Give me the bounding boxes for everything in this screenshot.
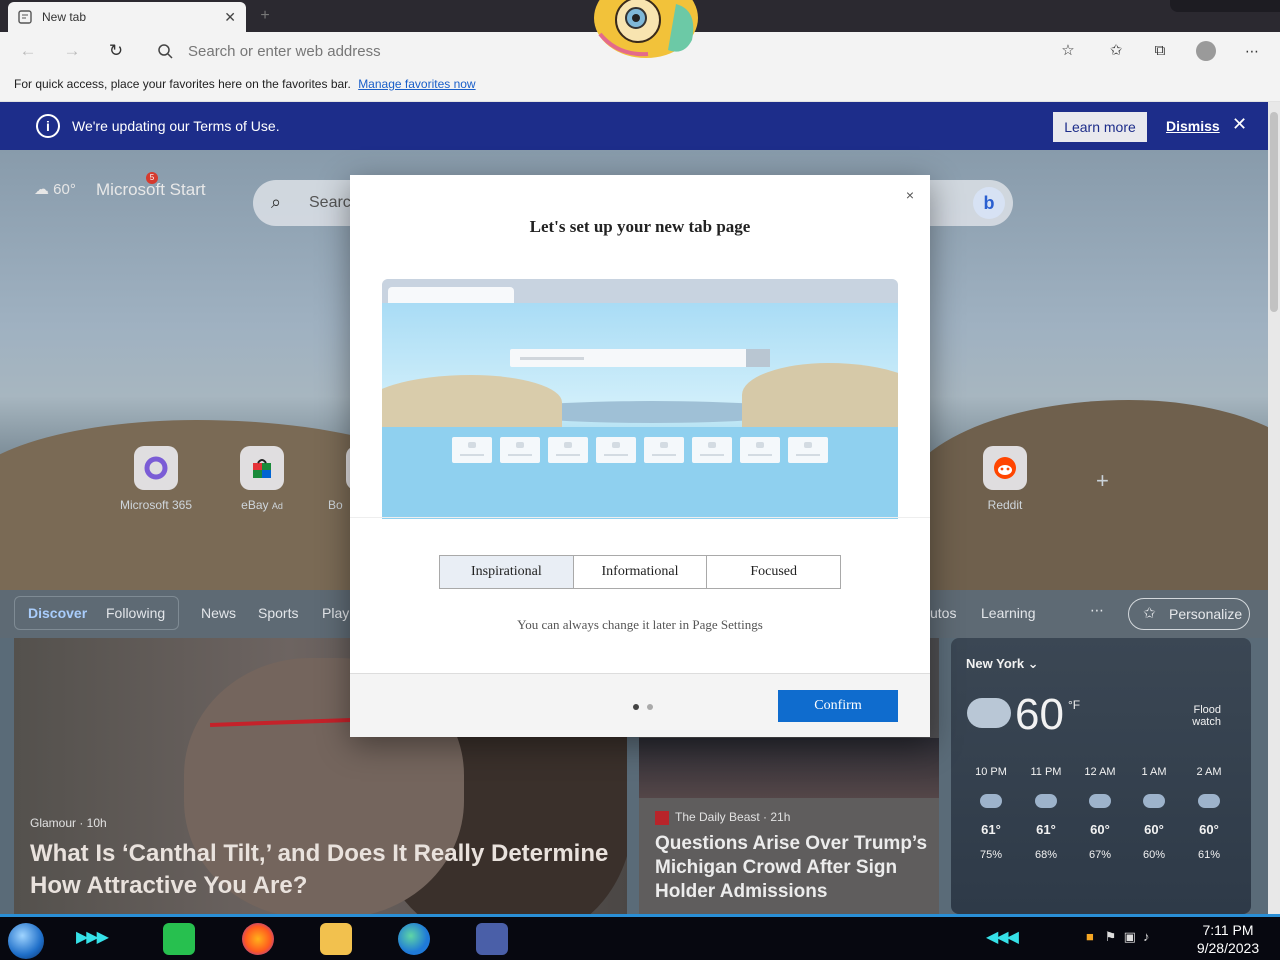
taskbar-decoration-icon: ◀◀◀ (986, 929, 1019, 946)
profile-avatar[interactable] (1196, 41, 1216, 61)
collections-icon[interactable]: ⧉ (1150, 41, 1170, 61)
favorites-bar: For quick access, place your favorites h… (0, 70, 1280, 102)
add-favorite-star-icon[interactable]: ☆ (1058, 41, 1078, 61)
close-icon[interactable]: × (906, 187, 914, 203)
manage-favorites-link[interactable]: Manage favorites now (358, 77, 475, 91)
notification-app-icon[interactable]: ■ (1086, 929, 1094, 944)
back-arrow-icon[interactable]: ← (18, 41, 38, 61)
system-tray: ■ ⚑ ▣ ♪ (1086, 929, 1150, 945)
page-indicator-dot-active (633, 704, 639, 710)
firefox-icon[interactable] (242, 923, 274, 955)
window-controls (1170, 0, 1280, 12)
mascot-overlay-image (594, 0, 698, 58)
page-indicator-dot (647, 704, 653, 710)
volume-icon[interactable]: ♪ (1143, 929, 1150, 944)
file-explorer-icon[interactable] (320, 923, 352, 955)
browser-title-bar: New tab ✕ + (0, 0, 1280, 58)
setup-new-tab-dialog: × Let's set up your new tab page Inspira… (350, 175, 930, 737)
search-icon (158, 44, 173, 59)
page-scrollbar[interactable] (1268, 102, 1280, 914)
dialog-title: Let's set up your new tab page (529, 217, 751, 236)
clock-time: 7:11 PM (1202, 922, 1254, 938)
notes-app-icon[interactable] (163, 923, 195, 955)
divider (350, 517, 930, 518)
tab-page-icon (18, 10, 32, 24)
windows-taskbar: ▶▶▶ ◀◀◀ ■ ⚑ ▣ ♪ 7:11 PM 9/28/2023 (0, 914, 1280, 960)
edge-browser-icon[interactable] (398, 923, 430, 955)
dialog-hint: You can always change it later in Page S… (517, 617, 763, 632)
network-icon[interactable]: ▣ (1124, 929, 1136, 944)
browser-tab[interactable]: New tab ✕ (8, 2, 246, 32)
start-button[interactable] (8, 923, 44, 959)
system-clock[interactable]: 7:11 PM 9/28/2023 (1186, 921, 1270, 957)
new-tab-plus-icon[interactable]: + (256, 7, 274, 25)
dialog-footer: Confirm (350, 673, 930, 737)
favorites-list-icon[interactable]: ✩ (1106, 41, 1126, 61)
option-informational[interactable]: Informational (574, 556, 708, 588)
refresh-icon[interactable]: ↻ (106, 41, 126, 61)
confirm-button[interactable]: Confirm (778, 690, 898, 722)
clock-date: 9/28/2023 (1196, 940, 1260, 956)
tab-close-icon[interactable]: ✕ (224, 9, 236, 26)
option-focused[interactable]: Focused (707, 556, 840, 588)
favorites-prompt: For quick access, place your favorites h… (14, 77, 351, 91)
layout-preview-image (382, 279, 898, 519)
option-inspirational[interactable]: Inspirational (440, 556, 574, 588)
scroll-thumb[interactable] (1270, 112, 1278, 312)
taskbar-decoration-icon: ▶▶▶ (76, 929, 109, 946)
forward-arrow-icon[interactable]: → (62, 41, 82, 61)
flag-icon[interactable]: ⚑ (1105, 929, 1117, 944)
tab-title: New tab (42, 10, 87, 24)
window-switcher-icon[interactable] (476, 923, 508, 955)
layout-options: Inspirational Informational Focused (439, 555, 841, 589)
more-menu-icon[interactable]: ⋯ (1242, 41, 1262, 61)
